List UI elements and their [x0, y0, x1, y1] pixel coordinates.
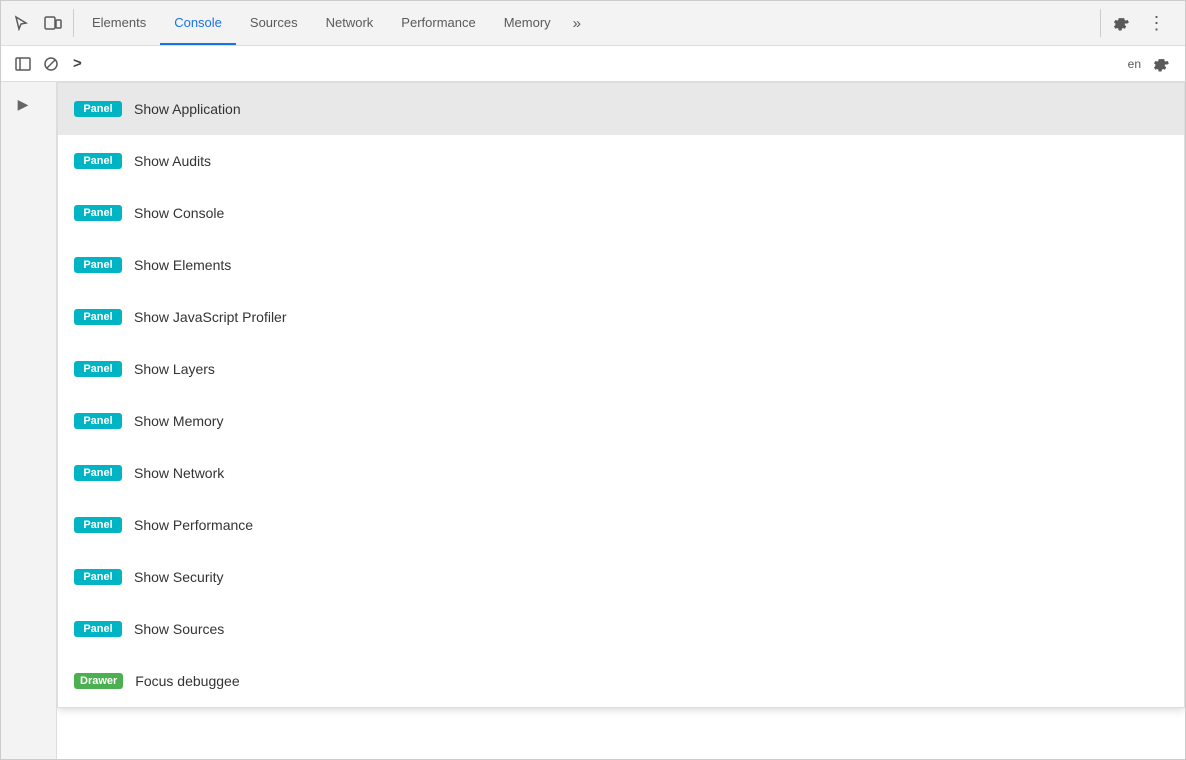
- autocomplete-dropdown: PanelShow ApplicationPanelShow AuditsPan…: [57, 82, 1185, 708]
- autocomplete-container: PanelShow ApplicationPanelShow AuditsPan…: [57, 82, 1185, 759]
- badge-panel: Panel: [74, 361, 122, 377]
- autocomplete-item[interactable]: Panel Show Sources: [58, 603, 1184, 655]
- autocomplete-label: Show Security: [134, 569, 223, 585]
- more-options-btn[interactable]: ⋮: [1141, 7, 1173, 39]
- left-panel: ▶: [1, 82, 57, 759]
- autocomplete-item[interactable]: Panel Show Network: [58, 447, 1184, 499]
- autocomplete-item[interactable]: Panel Show Audits: [58, 135, 1184, 187]
- tab-console[interactable]: Console: [160, 1, 236, 45]
- autocomplete-item[interactable]: Panel Show Performance: [58, 499, 1184, 551]
- tab-sources[interactable]: Sources: [236, 1, 312, 45]
- console-filter-label: en: [1128, 57, 1141, 71]
- toolbar-right: ⋮: [1105, 7, 1181, 39]
- expand-arrow[interactable]: ▶: [5, 90, 41, 118]
- autocomplete-label: Show Sources: [134, 621, 224, 637]
- autocomplete-label: Show Performance: [134, 517, 253, 533]
- main-content: ▶ PanelShow ApplicationPanelShow AuditsP…: [1, 82, 1185, 759]
- badge-panel: Panel: [74, 569, 122, 585]
- autocomplete-label: Show JavaScript Profiler: [134, 309, 287, 325]
- badge-panel: Panel: [74, 153, 122, 169]
- clear-console-icon[interactable]: [37, 50, 65, 78]
- badge-panel: Panel: [74, 257, 122, 273]
- autocomplete-item[interactable]: Panel Show Application: [58, 83, 1184, 135]
- badge-panel: Panel: [74, 205, 122, 221]
- tab-performance[interactable]: Performance: [387, 1, 489, 45]
- tab-overflow[interactable]: »: [565, 1, 589, 45]
- autocomplete-label: Show Memory: [134, 413, 223, 429]
- tab-list: Elements Console Sources Network Perform…: [78, 1, 1096, 45]
- autocomplete-label: Show Console: [134, 205, 224, 221]
- autocomplete-item[interactable]: Panel Show Layers: [58, 343, 1184, 395]
- autocomplete-item[interactable]: Panel Show JavaScript Profiler: [58, 291, 1184, 343]
- tab-memory[interactable]: Memory: [490, 1, 565, 45]
- badge-panel: Panel: [74, 517, 122, 533]
- autocomplete-label: Focus debuggee: [135, 673, 239, 689]
- devtools-window: Elements Console Sources Network Perform…: [0, 0, 1186, 760]
- console-right-icons: en: [1128, 48, 1177, 80]
- toolbar: Elements Console Sources Network Perform…: [1, 1, 1185, 46]
- cursor-icon-btn[interactable]: [5, 7, 37, 39]
- autocomplete-label: Show Elements: [134, 257, 231, 273]
- console-input[interactable]: [86, 56, 1124, 71]
- badge-panel: Panel: [74, 621, 122, 637]
- device-icon-btn[interactable]: [37, 7, 69, 39]
- autocomplete-label: Show Layers: [134, 361, 215, 377]
- badge-panel: Panel: [74, 309, 122, 325]
- autocomplete-label: Show Audits: [134, 153, 211, 169]
- console-prompt[interactable]: >: [69, 55, 1128, 72]
- console-settings-btn[interactable]: [1145, 48, 1177, 80]
- tab-network[interactable]: Network: [312, 1, 388, 45]
- sidebar-toggle-icon[interactable]: [9, 50, 37, 78]
- autocomplete-label: Show Network: [134, 465, 224, 481]
- autocomplete-item[interactable]: Panel Show Console: [58, 187, 1184, 239]
- autocomplete-item[interactable]: Drawer Focus debuggee: [58, 655, 1184, 707]
- settings-icon-btn[interactable]: [1105, 7, 1137, 39]
- badge-drawer: Drawer: [74, 673, 123, 689]
- console-bar: > en: [1, 46, 1185, 82]
- toolbar-divider-right: [1100, 9, 1101, 37]
- prompt-arrow: >: [73, 55, 82, 72]
- tab-elements[interactable]: Elements: [78, 1, 160, 45]
- badge-panel: Panel: [74, 413, 122, 429]
- toolbar-divider: [73, 9, 74, 37]
- autocomplete-item[interactable]: Panel Show Elements: [58, 239, 1184, 291]
- badge-panel: Panel: [74, 101, 122, 117]
- autocomplete-label: Show Application: [134, 101, 241, 117]
- badge-panel: Panel: [74, 465, 122, 481]
- autocomplete-item[interactable]: Panel Show Security: [58, 551, 1184, 603]
- autocomplete-item[interactable]: Panel Show Memory: [58, 395, 1184, 447]
